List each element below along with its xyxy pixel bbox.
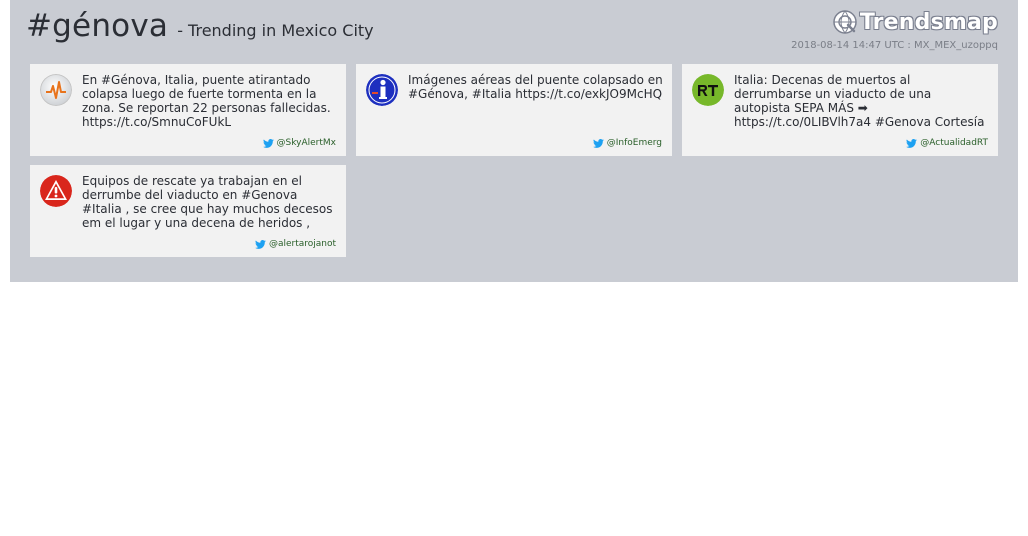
tweet-card[interactable]: En #Génova, Italia, puente atirantado co…: [30, 64, 346, 156]
trend-panel: #génova - Trending in Mexico City Trends…: [10, 0, 1018, 282]
twitter-bird-icon: [906, 138, 918, 148]
tweet-author[interactable]: @ActualidadRT: [906, 138, 988, 148]
author-handle: @alertarojanot: [268, 239, 336, 249]
tweet-card[interactable]: Italia: Decenas de muertos al derrumbars…: [682, 64, 998, 156]
globe-icon: [833, 10, 857, 34]
trend-hashtag[interactable]: #génova: [26, 8, 168, 44]
skyalert-logo-icon[interactable]: [40, 74, 72, 106]
twitter-bird-icon: [262, 138, 274, 148]
tweet-author[interactable]: @alertarojanot: [255, 239, 336, 249]
trendsmap-logo[interactable]: Trendsmap: [832, 7, 998, 37]
trend-subtitle: - Trending in Mexico City: [177, 21, 374, 40]
author-handle: @InfoEmerg: [606, 138, 662, 148]
tweet-text: Imágenes aéreas del puente colapsado en …: [408, 73, 663, 101]
twitter-bird-icon: [255, 239, 266, 249]
info-logo-icon[interactable]: [366, 74, 398, 106]
timestamp-location: 2018-08-14 14:47 UTC : MX_MEX_uzoppq: [791, 40, 998, 51]
rt-logo-icon[interactable]: [692, 74, 724, 106]
twitter-bird-icon: [592, 138, 604, 148]
author-handle: @SkyAlertMx: [276, 138, 336, 148]
warning-logo-icon[interactable]: [40, 175, 72, 207]
tweet-author[interactable]: @SkyAlertMx: [262, 138, 336, 148]
brand-name: Trendsmap: [859, 9, 998, 35]
tweet-text: Italia: Decenas de muertos al derrumbars…: [734, 73, 985, 129]
author-handle: @ActualidadRT: [920, 138, 988, 148]
title-row: #génova - Trending in Mexico City: [26, 8, 374, 44]
tweet-text: En #Génova, Italia, puente atirantado co…: [82, 73, 331, 129]
tweet-text: Equipos de rescate ya trabajan en el der…: [82, 174, 333, 230]
tweet-card[interactable]: Imágenes aéreas del puente colapsado en …: [356, 64, 672, 156]
tweet-card[interactable]: Equipos de rescate ya trabajan en el der…: [30, 165, 346, 257]
tweet-author[interactable]: @InfoEmerg: [592, 138, 662, 148]
